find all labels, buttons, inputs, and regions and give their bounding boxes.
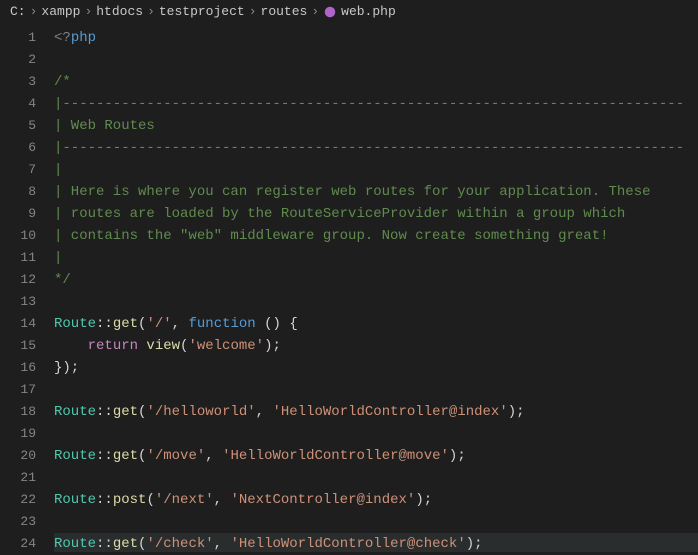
code-line[interactable]: Route::get('/check', 'HelloWorldControll… — [54, 533, 698, 552]
code-line[interactable]: Route::get('/', function () { — [54, 313, 698, 335]
code-line[interactable]: | contains the "web" middleware group. N… — [54, 225, 698, 247]
code-line[interactable]: <?php — [54, 27, 698, 49]
line-number: 10 — [0, 225, 36, 247]
code-line[interactable] — [54, 423, 698, 445]
line-number-gutter: 123456789101112131415161718192021222324 — [0, 23, 44, 552]
line-number: 21 — [0, 467, 36, 489]
line-number: 2 — [0, 49, 36, 71]
code-line[interactable]: |---------------------------------------… — [54, 137, 698, 159]
breadcrumb-segment[interactable]: routes — [261, 4, 308, 19]
code-line[interactable]: | Here is where you can register web rou… — [54, 181, 698, 203]
line-number: 18 — [0, 401, 36, 423]
chevron-right-icon: › — [311, 4, 319, 19]
line-number: 7 — [0, 159, 36, 181]
breadcrumb-segment[interactable]: xampp — [41, 4, 80, 19]
line-number: 23 — [0, 511, 36, 533]
line-number: 14 — [0, 313, 36, 335]
line-number: 12 — [0, 269, 36, 291]
code-line[interactable]: | Web Routes — [54, 115, 698, 137]
code-line[interactable]: Route::post('/next', 'NextController@ind… — [54, 489, 698, 511]
code-line[interactable] — [54, 467, 698, 489]
code-line[interactable]: /* — [54, 71, 698, 93]
elephant-php-icon — [323, 5, 337, 19]
line-number: 4 — [0, 93, 36, 115]
line-number: 5 — [0, 115, 36, 137]
code-line[interactable]: | routes are loaded by the RouteServiceP… — [54, 203, 698, 225]
line-number: 9 — [0, 203, 36, 225]
line-number: 17 — [0, 379, 36, 401]
line-number: 3 — [0, 71, 36, 93]
chevron-right-icon: › — [249, 4, 257, 19]
line-number: 1 — [0, 27, 36, 49]
code-line[interactable]: Route::get('/helloworld', 'HelloWorldCon… — [54, 401, 698, 423]
code-line[interactable]: | — [54, 247, 698, 269]
code-line[interactable] — [54, 49, 698, 71]
code-line[interactable] — [54, 511, 698, 533]
line-number: 6 — [0, 137, 36, 159]
code-line[interactable]: }); — [54, 357, 698, 379]
line-number: 8 — [0, 181, 36, 203]
line-number: 15 — [0, 335, 36, 357]
chevron-right-icon: › — [84, 4, 92, 19]
line-number: 11 — [0, 247, 36, 269]
chevron-right-icon: › — [147, 4, 155, 19]
line-number: 20 — [0, 445, 36, 467]
breadcrumb-segment[interactable]: htdocs — [96, 4, 143, 19]
breadcrumb-segment[interactable]: C: — [10, 4, 26, 19]
code-line[interactable]: |---------------------------------------… — [54, 93, 698, 115]
code-line[interactable] — [54, 379, 698, 401]
line-number: 22 — [0, 489, 36, 511]
code-line[interactable] — [54, 291, 698, 313]
line-number: 13 — [0, 291, 36, 313]
code-area[interactable]: <?php /*|-------------------------------… — [44, 23, 698, 552]
breadcrumb: C: › xampp › htdocs › testproject › rout… — [0, 0, 698, 23]
code-line[interactable]: */ — [54, 269, 698, 291]
code-line[interactable]: return view('welcome'); — [54, 335, 698, 357]
breadcrumb-segment[interactable]: testproject — [159, 4, 245, 19]
code-line[interactable]: Route::get('/move', 'HelloWorldControlle… — [54, 445, 698, 467]
breadcrumb-file[interactable]: web.php — [341, 4, 396, 19]
line-number: 24 — [0, 533, 36, 555]
code-editor[interactable]: 123456789101112131415161718192021222324 … — [0, 23, 698, 552]
chevron-right-icon: › — [30, 4, 38, 19]
line-number: 19 — [0, 423, 36, 445]
line-number: 16 — [0, 357, 36, 379]
code-line[interactable]: | — [54, 159, 698, 181]
